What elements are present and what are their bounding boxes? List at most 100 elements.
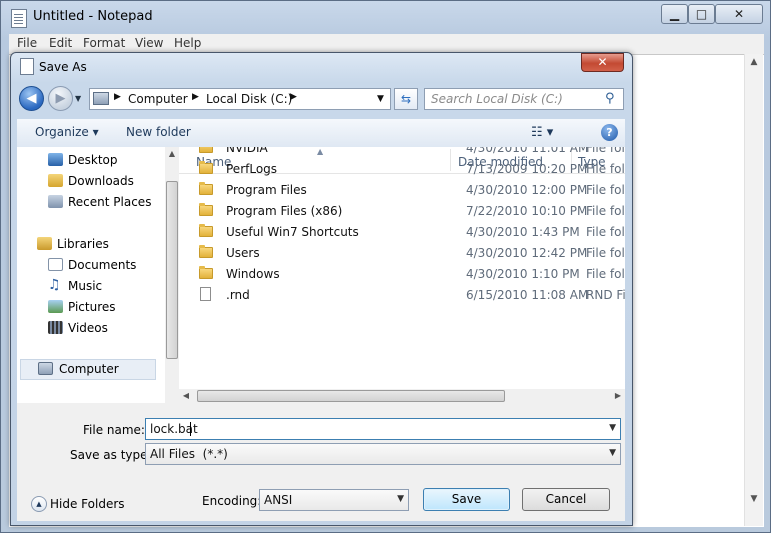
close-button[interactable]: ✕ <box>715 4 763 24</box>
nav-item-music[interactable]: ♫ Music <box>17 277 167 297</box>
desktop-icon <box>48 153 63 166</box>
text-cursor <box>190 422 191 436</box>
menu-view[interactable]: View <box>135 36 163 50</box>
nav-label: Desktop <box>68 153 118 167</box>
scroll-up-icon[interactable]: ▲ <box>745 54 763 70</box>
file-type-cell: File folder <box>586 204 625 218</box>
organize-button[interactable]: Organize ▾ <box>35 125 99 139</box>
menu-format[interactable]: Format <box>83 36 125 50</box>
file-type-cell: File folder <box>586 225 625 239</box>
address-segment-computer[interactable]: Computer <box>128 92 188 106</box>
address-dropdown-icon[interactable]: ▼ <box>377 94 384 104</box>
file-row[interactable]: Users 4/30/2010 12:42 PMFile folder <box>179 243 625 264</box>
hide-folders-button[interactable]: ▲ Hide Folders <box>31 496 125 514</box>
file-name-input[interactable]: lock.bat ▼ <box>145 418 621 440</box>
notepad-title: Untitled - Notepad <box>33 9 153 24</box>
file-date-cell: 4/30/2010 1:43 PM <box>466 225 580 239</box>
address-segment-local-disk[interactable]: Local Disk (C:) <box>206 92 292 106</box>
save-as-type-label: Save as type: <box>70 448 152 462</box>
file-date-cell: 6/15/2010 11:08 AM <box>466 288 589 302</box>
new-folder-button[interactable]: New folder <box>126 125 191 139</box>
file-row[interactable]: Program Files (x86) 7/22/2010 10:10 PM Fil… <box>179 201 625 222</box>
search-input[interactable]: Search Local Disk (C:) ⚲ <box>424 88 624 110</box>
videos-icon <box>48 321 63 334</box>
file-date-cell: 7/22/2010 10:10 PM <box>466 204 588 218</box>
nav-label: Libraries <box>57 237 109 251</box>
folder-icon <box>199 147 213 153</box>
chevron-down-icon[interactable]: ▼ <box>609 448 616 458</box>
nav-item-computer[interactable]: Computer <box>20 359 156 380</box>
folder-icon <box>199 203 213 216</box>
save-button[interactable]: Save <box>423 488 510 511</box>
pictures-icon <box>48 300 63 313</box>
scroll-down-icon[interactable]: ▼ <box>745 491 763 507</box>
collapse-chevron-icon: ▲ <box>31 496 47 512</box>
menu-file[interactable]: File <box>17 36 37 50</box>
file-row[interactable]: Windows 4/30/2010 1:10 PM File folder <box>179 264 625 285</box>
menu-edit[interactable]: Edit <box>49 36 72 50</box>
maximize-button[interactable]: □ <box>688 4 715 24</box>
back-button[interactable]: ◀ <box>19 86 44 111</box>
file-row[interactable]: Useful Win7 Shortcuts 4/30/2010 1:43 PM Fi… <box>179 222 625 243</box>
search-icon[interactable]: ⚲ <box>605 91 615 106</box>
file-name-cell: Program Files <box>226 183 307 197</box>
menu-help[interactable]: Help <box>174 36 201 50</box>
nav-item-recent-places[interactable]: Recent Places <box>17 193 167 213</box>
recent-pages-icon[interactable]: ▼ <box>75 94 81 103</box>
notepad-vertical-scrollbar[interactable]: ▲ ▼ <box>744 54 763 526</box>
file-list-horizontal-scrollbar[interactable]: ◀ ▶ <box>179 389 625 403</box>
chevron-right-icon[interactable]: ▶ <box>114 92 121 102</box>
dialog-toolbar: Organize ▾ New folder ☷ ▾ ? <box>17 119 625 148</box>
file-icon <box>200 287 211 301</box>
file-name-cell: Windows <box>226 267 280 281</box>
scroll-left-icon[interactable]: ◀ <box>179 389 193 403</box>
nav-item-libraries[interactable]: Libraries <box>17 235 167 255</box>
file-list: ▲ Name Date modified Type NVIDIA 4/30/201… <box>179 147 625 389</box>
scroll-up-icon[interactable]: ▲ <box>165 147 179 161</box>
help-button[interactable]: ? <box>601 124 618 141</box>
nav-item-documents[interactable]: Documents <box>17 256 167 276</box>
chevron-right-icon[interactable]: ▶ <box>192 92 199 102</box>
address-bar[interactable]: ▶ Computer ▶ Local Disk (C:) ▶ ▼ <box>89 88 391 110</box>
nav-pane-scrollbar[interactable]: ▲ <box>165 147 179 403</box>
horizontal-scroll-thumb[interactable] <box>197 390 505 402</box>
save-as-type-value: All Files (*.*) <box>150 447 228 461</box>
chevron-down-icon[interactable]: ▼ <box>397 494 404 504</box>
file-name-cell: NVIDIA <box>226 147 268 155</box>
encoding-select[interactable]: ANSI ▼ <box>259 489 409 511</box>
view-options-icon[interactable]: ☷ ▾ <box>531 125 553 140</box>
file-name-cell: Users <box>226 246 260 260</box>
file-name-label: File name: <box>83 423 145 437</box>
encoding-label: Encoding: <box>202 494 262 508</box>
scroll-right-icon[interactable]: ▶ <box>611 389 625 403</box>
file-row[interactable]: PerfLogs 7/13/2009 10:20 PMFile folder <box>179 159 625 180</box>
nav-item-downloads[interactable]: Downloads <box>17 172 167 192</box>
music-icon: ♫ <box>48 277 61 293</box>
nav-scroll-thumb[interactable] <box>166 181 178 359</box>
chevron-right-icon[interactable]: ▶ <box>290 92 297 102</box>
minimize-button[interactable]: ▁ <box>661 4 688 24</box>
dialog-close-button[interactable]: ✕ <box>581 53 624 72</box>
file-type-cell: File folder <box>586 162 625 176</box>
forward-button[interactable]: ▶ <box>48 86 73 111</box>
nav-label: Documents <box>68 258 137 272</box>
file-row[interactable]: NVIDIA 4/30/2010 11:01 AMFile folder <box>179 147 625 159</box>
downloads-folder-icon <box>48 174 63 187</box>
file-name-dropdown-icon[interactable]: ▼ <box>609 423 616 433</box>
file-date-cell: 4/30/2010 11:01 AM <box>466 147 589 155</box>
file-name-cell: PerfLogs <box>226 162 278 176</box>
file-name-cell: .rnd <box>226 288 250 302</box>
file-row[interactable]: .rnd 6/15/2010 11:08 AMRND File <box>179 285 625 306</box>
file-row[interactable]: Program Files 4/30/2010 12:00 PMFile fold… <box>179 180 625 201</box>
refresh-button[interactable]: ⇆ <box>394 88 418 110</box>
cancel-button[interactable]: Cancel <box>522 488 610 511</box>
nav-label: Recent Places <box>68 195 152 209</box>
nav-item-pictures[interactable]: Pictures <box>17 298 167 318</box>
nav-label: Pictures <box>68 300 116 314</box>
file-date-cell: 4/30/2010 12:42 PM <box>466 246 588 260</box>
documents-icon <box>48 258 63 271</box>
save-as-type-select[interactable]: All Files (*.*) ▼ <box>145 443 621 465</box>
nav-item-videos[interactable]: Videos <box>17 319 167 339</box>
nav-item-desktop[interactable]: Desktop <box>17 151 167 171</box>
computer-icon <box>38 362 53 375</box>
